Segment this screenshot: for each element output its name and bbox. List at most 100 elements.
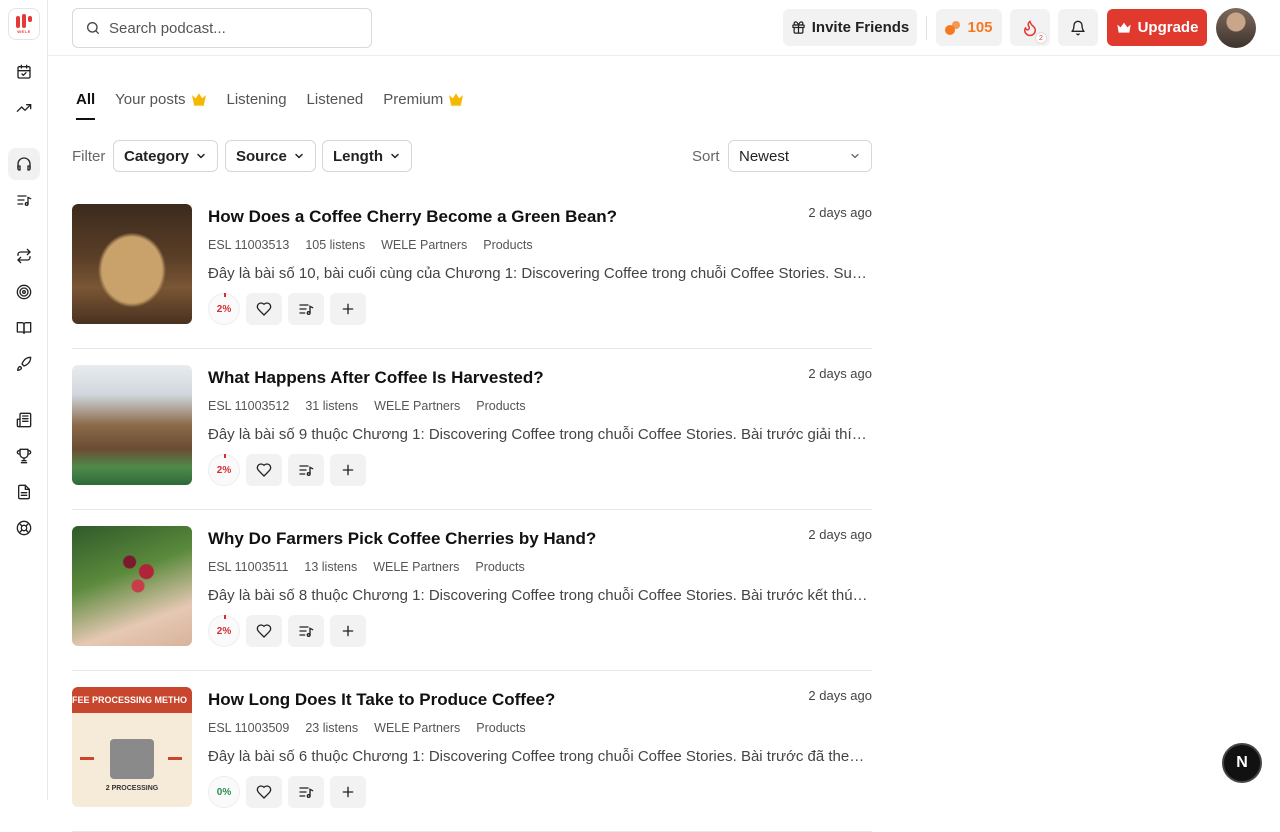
podcast-title[interactable]: Why Do Farmers Pick Coffee Cherries by H… [208, 529, 596, 549]
add-to-playlist-button[interactable] [288, 776, 324, 808]
plus-icon [342, 303, 354, 315]
playlist-add-icon [299, 465, 314, 476]
podcast-source[interactable]: WELE Partners [374, 721, 460, 735]
tab-label: All [76, 90, 96, 108]
sidebar-item-target[interactable] [8, 276, 40, 308]
podcast-date: 2 days ago [808, 366, 872, 381]
playlist-add-icon [299, 787, 314, 798]
sidebar-item-trending[interactable] [8, 92, 40, 124]
podcast-item[interactable]: What Happens After Coffee Is Harvested? … [72, 349, 872, 510]
invite-friends-button[interactable]: Invite Friends [783, 9, 917, 46]
trophy-icon [16, 448, 32, 464]
sidebar-item-repeat[interactable] [8, 240, 40, 272]
tab-label: Listened [306, 90, 364, 108]
coins-button[interactable]: 105 [936, 9, 1002, 46]
add-button[interactable] [330, 615, 366, 647]
sidebar-item-playlist[interactable] [8, 184, 40, 216]
podcast-title[interactable]: How Long Does It Take to Produce Coffee? [208, 690, 555, 710]
tab-listening[interactable]: Listening [227, 89, 287, 109]
upgrade-label: Upgrade [1137, 19, 1199, 36]
like-button[interactable] [246, 293, 282, 325]
sidebar-item-book[interactable] [8, 312, 40, 344]
podcast-meta: ESL 11003509 23 listens WELE Partners Pr… [208, 721, 542, 735]
streak-button[interactable]: 2 [1010, 9, 1050, 46]
category-filter-button[interactable]: Category [113, 140, 219, 172]
length-filter-button[interactable]: Length [322, 140, 412, 172]
next-devtools-button[interactable]: N [1222, 743, 1262, 783]
podcast-category[interactable]: Products [476, 721, 525, 735]
headphones-icon [17, 157, 31, 171]
search-icon [87, 22, 99, 34]
calendar-check-icon [17, 64, 31, 79]
tab-premium[interactable]: Premium [383, 89, 464, 109]
podcast-description: Đây là bài số 6 thuộc Chương 1: Discover… [208, 748, 872, 765]
logo-mark-icon [16, 14, 32, 28]
wele-logo[interactable]: WELE [8, 8, 40, 40]
podcast-title[interactable]: How Does a Coffee Cherry Become a Green … [208, 207, 617, 227]
sidebar-item-calendar[interactable] [8, 56, 40, 88]
podcast-source[interactable]: WELE Partners [381, 238, 467, 252]
trending-up-icon [16, 104, 32, 112]
add-to-playlist-button[interactable] [288, 454, 324, 486]
source-label: Source [236, 147, 287, 165]
filter-label: Filter [72, 148, 106, 165]
user-avatar[interactable] [1216, 8, 1256, 48]
podcast-date: 2 days ago [808, 527, 872, 542]
podcast-thumbnail[interactable] [72, 526, 192, 646]
sidebar-item-news[interactable] [8, 404, 40, 436]
like-button[interactable] [246, 615, 282, 647]
source-filter-button[interactable]: Source [225, 140, 316, 172]
tab-label: Listening [226, 90, 287, 108]
upgrade-button[interactable]: Upgrade [1107, 9, 1207, 46]
add-to-playlist-button[interactable] [288, 615, 324, 647]
progress-value: 2% [216, 464, 232, 476]
podcast-item[interactable]: Why Do Farmers Pick Coffee Cherries by H… [72, 510, 872, 671]
tab-your-posts[interactable]: Your posts [115, 89, 206, 109]
sidebar-item-rocket[interactable] [8, 348, 40, 380]
tab-listened[interactable]: Listened [307, 89, 364, 109]
category-label: Category [124, 147, 190, 165]
like-button[interactable] [246, 776, 282, 808]
podcast-source[interactable]: WELE Partners [374, 399, 460, 413]
podcast-item[interactable]: FEE PROCESSING METHO 2 PROCESSING How Lo… [72, 671, 872, 832]
length-label: Length [333, 147, 383, 165]
playlist-add-icon [299, 304, 314, 315]
newspaper-icon [16, 412, 32, 428]
podcast-category[interactable]: Products [476, 399, 525, 413]
add-button[interactable] [330, 454, 366, 486]
search-input[interactable] [109, 19, 349, 37]
podcast-source[interactable]: WELE Partners [373, 560, 459, 574]
podcast-meta: ESL 11003511 13 listens WELE Partners Pr… [208, 560, 541, 574]
podcast-category[interactable]: Products [475, 560, 524, 574]
sort-select[interactable]: Newest [728, 140, 872, 172]
podcast-thumbnail[interactable]: FEE PROCESSING METHO 2 PROCESSING [72, 687, 192, 807]
chevron-down-icon [391, 153, 399, 159]
progress-indicator: 2% [208, 293, 240, 325]
search-box[interactable] [72, 8, 372, 48]
repeat-icon [17, 248, 31, 264]
sidebar-item-document[interactable] [8, 476, 40, 508]
notifications-button[interactable] [1058, 9, 1098, 46]
tab-all[interactable]: All [76, 89, 96, 120]
heart-icon [256, 785, 272, 799]
add-button[interactable] [330, 776, 366, 808]
podcast-listens: 23 listens [305, 721, 359, 735]
like-button[interactable] [246, 454, 282, 486]
streak-badge: 2 [1035, 32, 1047, 44]
tab-label: Your posts [115, 90, 186, 108]
thumbnail-caption: 2 PROCESSING [105, 785, 159, 792]
podcast-thumbnail[interactable] [72, 204, 192, 324]
podcast-title[interactable]: What Happens After Coffee Is Harvested? [208, 368, 544, 388]
podcast-thumbnail[interactable] [72, 365, 192, 485]
podcast-meta: ESL 11003513 105 listens WELE Partners P… [208, 238, 549, 252]
add-button[interactable] [330, 293, 366, 325]
chevron-down-icon [295, 153, 303, 159]
sidebar-item-podcast[interactable] [8, 148, 40, 180]
podcast-item[interactable]: How Does a Coffee Cherry Become a Green … [72, 188, 872, 349]
chevron-down-icon [851, 153, 859, 159]
sidebar-item-support[interactable] [8, 512, 40, 544]
sidebar-item-trophy[interactable] [8, 440, 40, 472]
podcast-category[interactable]: Products [483, 238, 532, 252]
podcast-code: ESL 11003511 [208, 560, 289, 574]
add-to-playlist-button[interactable] [288, 293, 324, 325]
